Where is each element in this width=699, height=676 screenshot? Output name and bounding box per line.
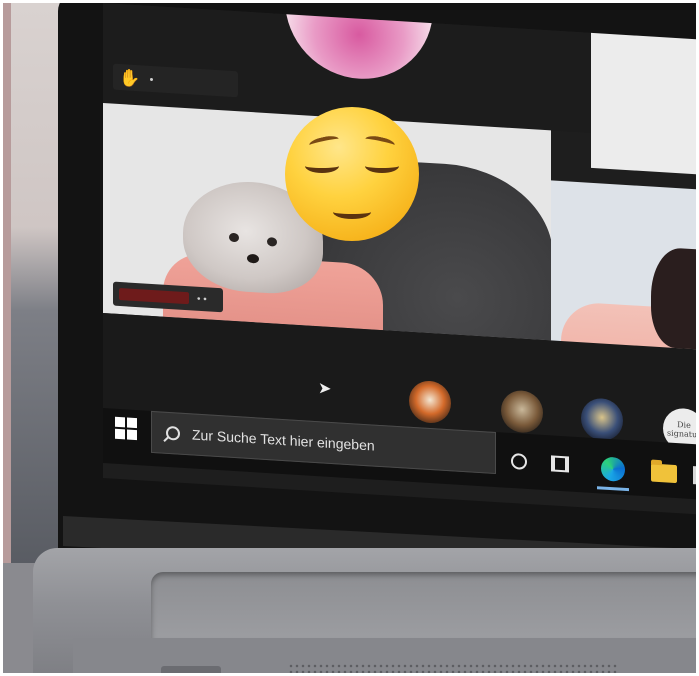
edge-icon[interactable] — [601, 456, 625, 482]
laptop-base — [33, 548, 696, 673]
file-explorer-icon[interactable] — [651, 463, 677, 484]
dog-nose — [247, 253, 259, 264]
speaker-grill — [288, 663, 618, 673]
windows-start-icon[interactable] — [115, 416, 137, 441]
photo-of-laptop-screen: ✋ • • ➤ Die signatur Zur Suche Text hier… — [3, 3, 696, 673]
search-icon — [166, 425, 180, 441]
search-placeholder: Zur Suche Text hier eingeben — [192, 426, 375, 454]
dog-eye-left — [229, 232, 239, 243]
mouse-cursor-icon: ➤ — [318, 380, 332, 398]
emoji-mouth — [333, 205, 371, 219]
redacted-name — [119, 287, 189, 305]
room-background — [3, 3, 63, 563]
participant-avatar-4-text: Die signatur — [667, 420, 696, 440]
emoji-brow-right — [364, 133, 396, 151]
participant-avatar-1[interactable] — [409, 379, 451, 425]
relieved-face-emoji-icon — [285, 107, 419, 241]
name-dot — [150, 77, 154, 81]
dog-eye-right — [267, 237, 277, 247]
laptop-screen: ✋ • • ➤ Die signatur Zur Suche Text hier… — [103, 3, 696, 515]
participant-avatar-3[interactable] — [581, 397, 623, 442]
active-app-indicator — [597, 486, 629, 492]
wall-edge — [3, 3, 11, 563]
task-view-icon[interactable] — [551, 455, 569, 473]
emoji-eye-left — [305, 159, 339, 173]
raised-hand-badge: ✋ — [113, 63, 238, 98]
taskbar-app-icon[interactable] — [693, 466, 696, 485]
video-tile-top-right[interactable] — [591, 22, 696, 175]
name-dots: • • — [197, 293, 207, 305]
cortana-icon[interactable] — [511, 452, 527, 470]
keyboard-key — [161, 666, 221, 673]
emoji-eye-right — [365, 159, 399, 173]
emoji-brow-left — [308, 133, 340, 151]
participant-avatar-2[interactable] — [501, 389, 543, 434]
raised-hand-icon: ✋ — [119, 67, 141, 88]
participant-hair — [651, 246, 696, 351]
hinge-recess — [151, 572, 696, 640]
